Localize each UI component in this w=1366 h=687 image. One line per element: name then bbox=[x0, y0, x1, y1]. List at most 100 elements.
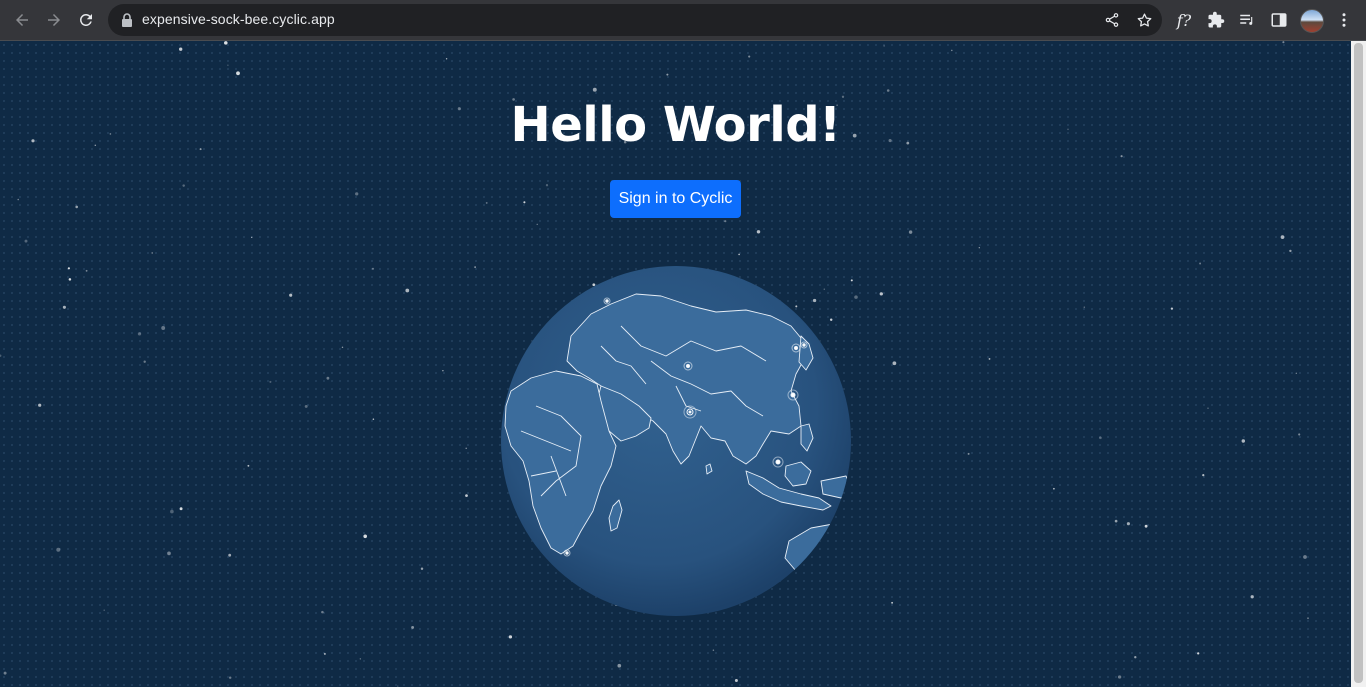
star bbox=[228, 553, 232, 557]
star bbox=[1170, 307, 1174, 310]
page-title: Hello World! bbox=[510, 97, 841, 153]
reading-list-icon bbox=[1240, 14, 1253, 25]
star bbox=[738, 253, 740, 256]
star bbox=[24, 239, 28, 243]
reload-button[interactable] bbox=[72, 6, 100, 34]
lock-icon[interactable] bbox=[120, 12, 134, 28]
star bbox=[879, 292, 883, 296]
star bbox=[355, 192, 359, 196]
star bbox=[1120, 155, 1123, 158]
page-viewport: Hello World! Sign in to Cyclic bbox=[0, 41, 1351, 687]
star bbox=[951, 49, 953, 52]
star bbox=[1280, 235, 1285, 239]
star bbox=[56, 547, 61, 552]
star bbox=[756, 230, 761, 234]
star bbox=[1197, 652, 1200, 655]
star bbox=[724, 220, 727, 223]
star bbox=[372, 418, 375, 420]
puzzle-icon bbox=[1208, 11, 1225, 28]
star bbox=[854, 295, 858, 299]
star bbox=[536, 223, 538, 225]
back-button[interactable] bbox=[8, 6, 36, 34]
browser-menu-button[interactable] bbox=[1333, 9, 1355, 31]
globe[interactable] bbox=[501, 266, 851, 616]
star bbox=[617, 663, 622, 668]
star bbox=[1114, 519, 1118, 523]
vertical-scrollbar[interactable] bbox=[1351, 41, 1366, 687]
star bbox=[891, 601, 894, 604]
star bbox=[1298, 433, 1301, 436]
sign-in-button[interactable]: Sign in to Cyclic bbox=[610, 180, 741, 218]
star bbox=[988, 357, 991, 360]
star bbox=[0, 354, 2, 357]
star bbox=[892, 361, 897, 366]
star bbox=[465, 447, 467, 450]
star bbox=[227, 64, 229, 66]
star bbox=[545, 184, 549, 187]
star bbox=[967, 452, 970, 455]
star bbox=[1289, 249, 1292, 253]
star bbox=[883, 45, 885, 47]
star bbox=[161, 326, 166, 330]
share-button[interactable] bbox=[1102, 10, 1122, 30]
star bbox=[228, 676, 232, 679]
star bbox=[323, 652, 326, 655]
url-text[interactable]: expensive-sock-bee.cyclic.app bbox=[142, 11, 335, 27]
star bbox=[1117, 675, 1122, 679]
share-icon bbox=[1105, 13, 1119, 27]
scrollbar-thumb[interactable] bbox=[1354, 43, 1363, 683]
star bbox=[182, 184, 185, 187]
address-bar[interactable]: expensive-sock-bee.cyclic.app bbox=[108, 4, 1162, 36]
star bbox=[103, 609, 105, 611]
star bbox=[1303, 555, 1307, 559]
forward-button[interactable] bbox=[40, 6, 68, 34]
star bbox=[442, 369, 444, 372]
star bbox=[508, 635, 513, 639]
star bbox=[341, 346, 344, 349]
star bbox=[363, 534, 368, 539]
star bbox=[523, 201, 526, 204]
star bbox=[75, 205, 78, 209]
star bbox=[1126, 522, 1130, 526]
star bbox=[1053, 487, 1055, 490]
star bbox=[734, 679, 738, 682]
star bbox=[886, 89, 890, 92]
star bbox=[465, 494, 468, 497]
star bbox=[405, 288, 410, 293]
star bbox=[1134, 656, 1137, 659]
avatar[interactable] bbox=[1300, 9, 1324, 33]
star bbox=[1241, 439, 1246, 443]
star bbox=[1099, 436, 1102, 440]
star bbox=[1207, 407, 1209, 409]
star bbox=[224, 41, 228, 45]
extensions-button[interactable] bbox=[1205, 9, 1227, 31]
star bbox=[1282, 41, 1285, 44]
star bbox=[179, 47, 183, 51]
star bbox=[1144, 524, 1148, 528]
star bbox=[167, 551, 171, 556]
star bbox=[251, 236, 253, 239]
kebab-menu-icon bbox=[1342, 13, 1346, 27]
star bbox=[592, 87, 597, 92]
star bbox=[1307, 617, 1309, 620]
star bbox=[420, 567, 424, 570]
star bbox=[17, 198, 19, 201]
star bbox=[321, 610, 324, 614]
star bbox=[304, 404, 308, 408]
formula-extension-button[interactable]: f? bbox=[1173, 9, 1195, 31]
star bbox=[247, 464, 250, 467]
forward-arrow-icon bbox=[48, 14, 60, 26]
star bbox=[445, 58, 448, 60]
bookmark-button[interactable] bbox=[1134, 10, 1154, 30]
side-panel-button[interactable] bbox=[1268, 9, 1290, 31]
star bbox=[151, 252, 153, 254]
star bbox=[1295, 372, 1297, 374]
bookmark-star-icon bbox=[1137, 12, 1151, 27]
star bbox=[236, 71, 240, 76]
star bbox=[67, 267, 70, 270]
star bbox=[143, 360, 146, 363]
star bbox=[3, 671, 7, 675]
reading-list-button[interactable] bbox=[1236, 9, 1258, 31]
star bbox=[269, 380, 272, 383]
star bbox=[411, 625, 415, 629]
